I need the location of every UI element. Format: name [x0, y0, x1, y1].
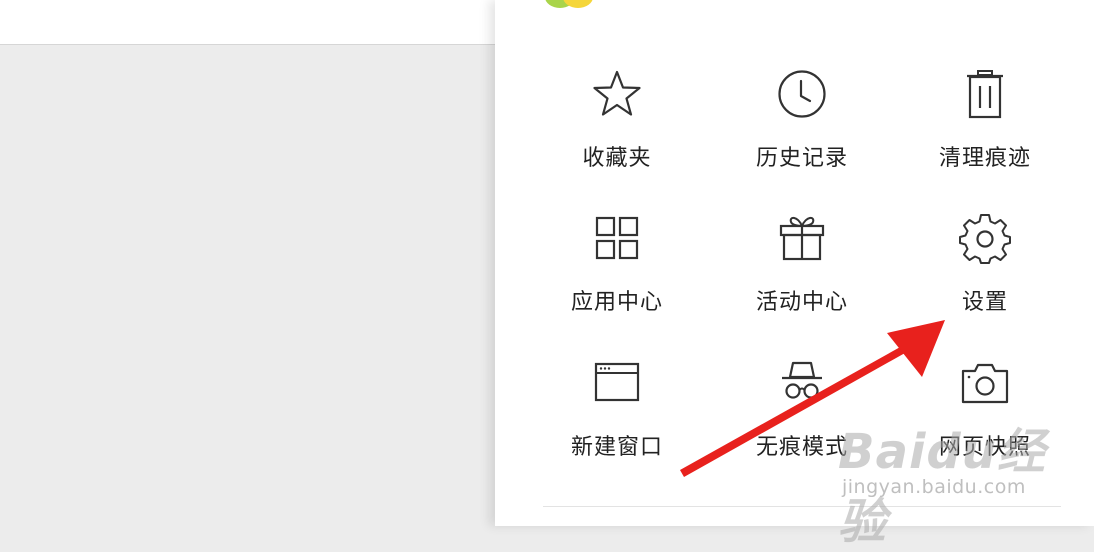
menu-item-label: 网页快照 [938, 435, 1031, 460]
menu-item-label: 无痕模式 [755, 435, 848, 460]
incognito-icon [776, 357, 828, 409]
page-content-area [0, 45, 495, 526]
menu-item-settings[interactable]: 设置 [900, 212, 1070, 332]
menu-item-history[interactable]: 历史记录 [717, 68, 887, 188]
window-icon [591, 357, 643, 409]
user-avatar[interactable] [545, 0, 593, 8]
camera-icon [959, 357, 1011, 409]
browser-top-bar [0, 0, 495, 45]
menu-divider [543, 506, 1061, 507]
menu-item-new-window[interactable]: 新建窗口 [532, 357, 702, 477]
clock-icon [776, 68, 828, 120]
menu-item-label: 活动中心 [755, 290, 848, 315]
trash-icon [959, 68, 1011, 120]
menu-item-label: 收藏夹 [582, 146, 652, 171]
menu-item-label: 新建窗口 [570, 435, 663, 460]
menu-item-favorites[interactable]: 收藏夹 [532, 68, 702, 188]
menu-item-label: 历史记录 [755, 146, 848, 171]
grid-icon [591, 212, 643, 264]
menu-item-incognito[interactable]: 无痕模式 [717, 357, 887, 477]
menu-item-app-center[interactable]: 应用中心 [532, 212, 702, 332]
menu-item-clear-traces[interactable]: 清理痕迹 [900, 68, 1070, 188]
menu-item-label: 应用中心 [570, 290, 663, 315]
menu-item-label: 清理痕迹 [938, 146, 1031, 171]
gear-icon [959, 212, 1011, 264]
menu-item-label: 设置 [961, 290, 1008, 315]
menu-item-snapshot[interactable]: 网页快照 [900, 357, 1070, 477]
menu-item-activity-center[interactable]: 活动中心 [717, 212, 887, 332]
gift-icon [776, 212, 828, 264]
star-icon [591, 68, 643, 120]
